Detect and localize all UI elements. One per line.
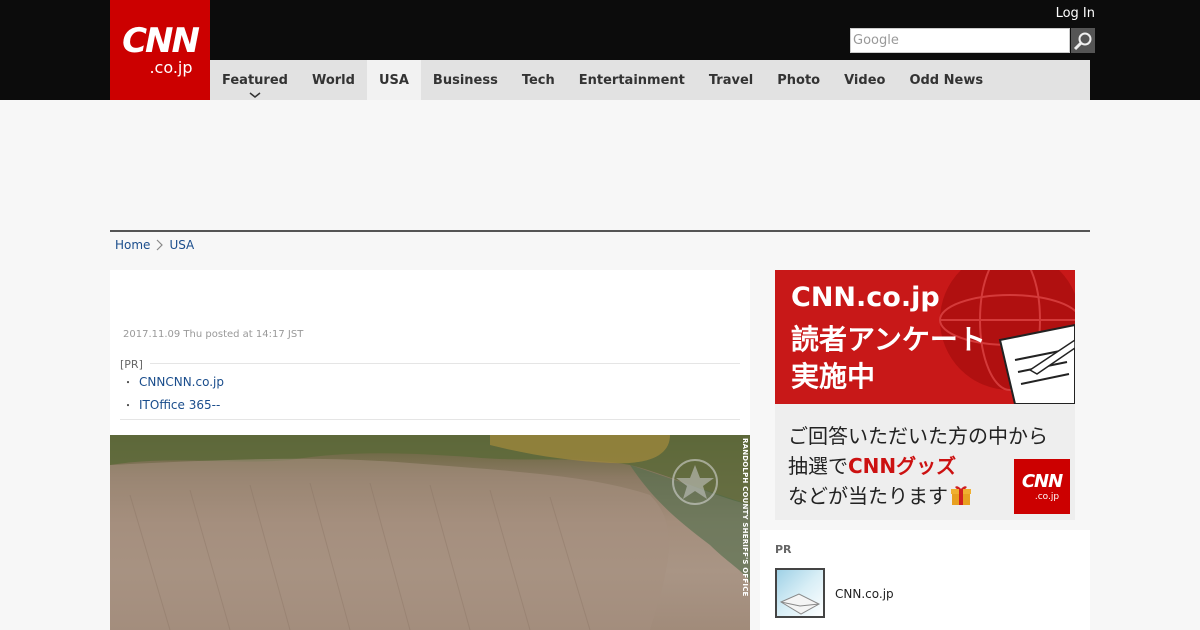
survey-banner[interactable]: CNN.co.jp 読者アンケート 実施中 ご回答いただいた方の中から 抽選でC… <box>775 270 1075 520</box>
nav-featured-label: Featured <box>222 72 288 88</box>
article-card: 2017.11.09 Thu posted at 14:17 JST [PR] … <box>110 270 750 630</box>
bullet: ・ <box>123 401 133 412</box>
pr-link[interactable]: CNNCNN.co.jp <box>139 375 224 389</box>
login-link[interactable]: Log In <box>1056 6 1095 21</box>
banner-text-3: などが当たります <box>788 480 972 509</box>
mini-logo-domain: .co.jp <box>1034 491 1060 502</box>
mini-logo-text: CNN <box>1021 470 1063 492</box>
chevron-down-icon <box>249 92 261 98</box>
nav-travel-label: Travel <box>708 72 754 88</box>
banner-title: CNN.co.jp <box>791 282 940 313</box>
breadcrumb-separator <box>156 239 164 251</box>
search-button[interactable] <box>1071 28 1095 53</box>
nav-video[interactable]: Video <box>832 60 897 100</box>
sidebar-pr-box: PR CNN.co.jp <box>760 530 1090 630</box>
pr-link-item: ・ ITOffice 365-- <box>123 397 220 413</box>
nav-photo-label: Photo <box>777 72 821 88</box>
document-pen-icon <box>998 323 1075 404</box>
pr-label: [PR] <box>120 358 143 371</box>
main-nav: Featured World USA Business Tech Enterta… <box>210 60 1090 100</box>
banner-subtitle: 読者アンケート <box>791 323 986 356</box>
ad-space <box>110 100 1090 230</box>
breadcrumb-home[interactable]: Home <box>115 238 150 252</box>
gift-icon <box>951 486 971 505</box>
nav-usa-label: USA <box>378 72 409 88</box>
nav-tech[interactable]: Tech <box>510 60 567 100</box>
nav-entertainment-label: Entertainment <box>578 72 685 88</box>
section-divider <box>110 230 1090 232</box>
pr-link[interactable]: ITOffice 365-- <box>139 398 220 412</box>
banner-text-3-label: などが当たります <box>788 484 948 508</box>
pr-divider <box>120 419 740 420</box>
banner-text-1: ご回答いただいた方の中から <box>788 424 1048 448</box>
nav-tech-label: Tech <box>521 72 555 88</box>
pr-item-label[interactable]: CNN.co.jp <box>835 587 894 601</box>
banner-top: CNN.co.jp 読者アンケート 実施中 <box>775 270 1075 404</box>
nav-odd-news[interactable]: Odd News <box>897 60 995 100</box>
cnn-logo[interactable]: CNN .co.jp <box>110 0 210 100</box>
logo-text: CNN <box>122 21 200 61</box>
banner-text-2-pre: 抽選で <box>788 454 848 478</box>
nav-odd-news-label: Odd News <box>909 72 984 88</box>
nav-world[interactable]: World <box>300 60 367 100</box>
sidebar-pr-label: PR <box>775 543 792 556</box>
aerial-field-image <box>110 435 750 630</box>
article-date: 2017.11.09 Thu posted at 14:17 JST <box>123 329 304 340</box>
nav-business[interactable]: Business <box>421 60 510 100</box>
nav-usa[interactable]: USA <box>366 60 421 100</box>
article-photo: RANDOLPH COUNTY SHERIFF'S OFFICE <box>110 435 750 630</box>
chevron-right-icon <box>157 239 164 251</box>
nav-business-label: Business <box>432 72 498 88</box>
nav-entertainment[interactable]: Entertainment <box>567 60 697 100</box>
nav-photo[interactable]: Photo <box>765 60 832 100</box>
nav-video-label: Video <box>844 72 886 88</box>
nav-world-label: World <box>311 72 355 88</box>
pr-link-item: ・ CNNCNN.co.jp <box>123 374 224 390</box>
search-icon <box>1073 32 1092 50</box>
logo-domain: .co.jp <box>149 58 193 77</box>
banner-text-2: 抽選でCNNグッズ <box>788 450 956 479</box>
cnn-mini-logo: CNN .co.jp <box>1014 459 1070 514</box>
bullet: ・ <box>123 378 133 389</box>
banner-text-2-red: CNNグッズ <box>848 454 957 478</box>
pr-divider <box>150 363 740 364</box>
pr-thumbnail[interactable] <box>775 568 825 618</box>
envelope-icon <box>779 593 821 615</box>
banner-bottom: ご回答いただいた方の中から 抽選でCNNグッズ などが当たります CNN .co… <box>775 404 1075 520</box>
nav-travel[interactable]: Travel <box>697 60 765 100</box>
search-input[interactable]: Google <box>850 28 1070 53</box>
breadcrumb: Home USA <box>115 238 194 252</box>
nav-featured[interactable]: Featured <box>210 60 300 100</box>
banner-subtitle-2: 実施中 <box>791 360 876 393</box>
photo-credit: RANDOLPH COUNTY SHERIFF'S OFFICE <box>741 438 749 597</box>
breadcrumb-usa[interactable]: USA <box>169 238 194 252</box>
